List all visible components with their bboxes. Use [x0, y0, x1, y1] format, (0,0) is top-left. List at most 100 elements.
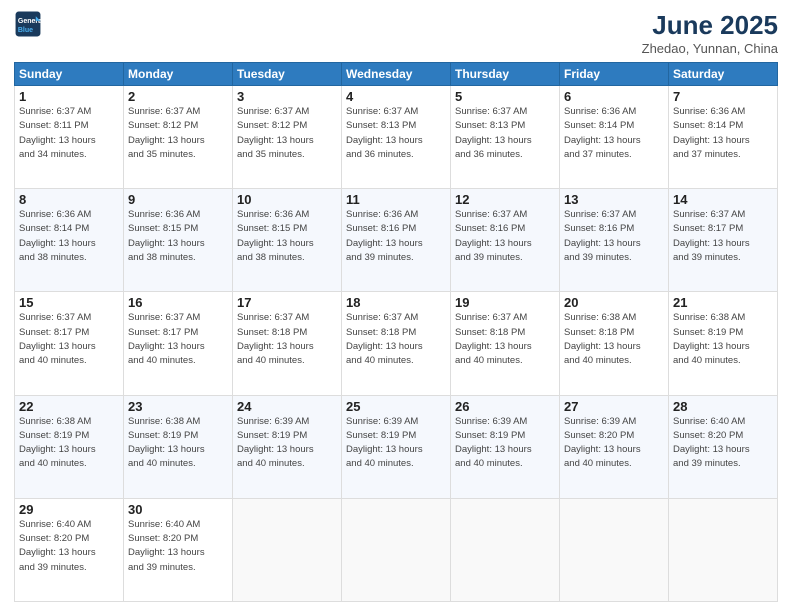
day-number: 4: [346, 89, 446, 104]
page: General Blue June 2025 Zhedao, Yunnan, C…: [0, 0, 792, 612]
day-number: 1: [19, 89, 119, 104]
calendar-week-row: 15Sunrise: 6:37 AM Sunset: 8:17 PM Dayli…: [15, 292, 778, 395]
title-block: June 2025 Zhedao, Yunnan, China: [642, 10, 778, 56]
day-info: Sunrise: 6:40 AM Sunset: 8:20 PM Dayligh…: [19, 518, 119, 575]
calendar-cell: 21Sunrise: 6:38 AM Sunset: 8:19 PM Dayli…: [669, 292, 778, 395]
calendar-cell: 17Sunrise: 6:37 AM Sunset: 8:18 PM Dayli…: [233, 292, 342, 395]
calendar-cell: [342, 498, 451, 601]
day-info: Sunrise: 6:37 AM Sunset: 8:18 PM Dayligh…: [346, 311, 446, 368]
day-number: 21: [673, 295, 773, 310]
day-info: Sunrise: 6:37 AM Sunset: 8:16 PM Dayligh…: [564, 208, 664, 265]
calendar-cell: 25Sunrise: 6:39 AM Sunset: 8:19 PM Dayli…: [342, 395, 451, 498]
day-info: Sunrise: 6:39 AM Sunset: 8:19 PM Dayligh…: [455, 415, 555, 472]
day-info: Sunrise: 6:37 AM Sunset: 8:17 PM Dayligh…: [673, 208, 773, 265]
day-info: Sunrise: 6:36 AM Sunset: 8:14 PM Dayligh…: [19, 208, 119, 265]
day-info: Sunrise: 6:36 AM Sunset: 8:16 PM Dayligh…: [346, 208, 446, 265]
day-info: Sunrise: 6:37 AM Sunset: 8:13 PM Dayligh…: [346, 105, 446, 162]
calendar-cell: 30Sunrise: 6:40 AM Sunset: 8:20 PM Dayli…: [124, 498, 233, 601]
calendar-cell: [233, 498, 342, 601]
day-number: 17: [237, 295, 337, 310]
calendar-cell: 22Sunrise: 6:38 AM Sunset: 8:19 PM Dayli…: [15, 395, 124, 498]
calendar-cell: 6Sunrise: 6:36 AM Sunset: 8:14 PM Daylig…: [560, 86, 669, 189]
day-number: 25: [346, 399, 446, 414]
day-number: 19: [455, 295, 555, 310]
calendar-week-row: 22Sunrise: 6:38 AM Sunset: 8:19 PM Dayli…: [15, 395, 778, 498]
day-number: 23: [128, 399, 228, 414]
day-info: Sunrise: 6:36 AM Sunset: 8:15 PM Dayligh…: [237, 208, 337, 265]
calendar-cell: 16Sunrise: 6:37 AM Sunset: 8:17 PM Dayli…: [124, 292, 233, 395]
calendar-cell: 5Sunrise: 6:37 AM Sunset: 8:13 PM Daylig…: [451, 86, 560, 189]
calendar-cell: 18Sunrise: 6:37 AM Sunset: 8:18 PM Dayli…: [342, 292, 451, 395]
calendar-cell: 20Sunrise: 6:38 AM Sunset: 8:18 PM Dayli…: [560, 292, 669, 395]
calendar-cell: 4Sunrise: 6:37 AM Sunset: 8:13 PM Daylig…: [342, 86, 451, 189]
day-info: Sunrise: 6:37 AM Sunset: 8:18 PM Dayligh…: [455, 311, 555, 368]
day-number: 12: [455, 192, 555, 207]
day-number: 15: [19, 295, 119, 310]
day-number: 10: [237, 192, 337, 207]
day-info: Sunrise: 6:40 AM Sunset: 8:20 PM Dayligh…: [128, 518, 228, 575]
day-number: 2: [128, 89, 228, 104]
day-number: 13: [564, 192, 664, 207]
calendar-cell: 14Sunrise: 6:37 AM Sunset: 8:17 PM Dayli…: [669, 189, 778, 292]
calendar-cell: 13Sunrise: 6:37 AM Sunset: 8:16 PM Dayli…: [560, 189, 669, 292]
calendar-cell: 2Sunrise: 6:37 AM Sunset: 8:12 PM Daylig…: [124, 86, 233, 189]
calendar-cell: 9Sunrise: 6:36 AM Sunset: 8:15 PM Daylig…: [124, 189, 233, 292]
day-number: 3: [237, 89, 337, 104]
day-info: Sunrise: 6:36 AM Sunset: 8:14 PM Dayligh…: [673, 105, 773, 162]
day-info: Sunrise: 6:39 AM Sunset: 8:19 PM Dayligh…: [237, 415, 337, 472]
day-number: 9: [128, 192, 228, 207]
svg-text:Blue: Blue: [18, 27, 33, 34]
day-info: Sunrise: 6:37 AM Sunset: 8:16 PM Dayligh…: [455, 208, 555, 265]
day-info: Sunrise: 6:37 AM Sunset: 8:11 PM Dayligh…: [19, 105, 119, 162]
calendar-cell: 7Sunrise: 6:36 AM Sunset: 8:14 PM Daylig…: [669, 86, 778, 189]
calendar-cell: [669, 498, 778, 601]
calendar-cell: 11Sunrise: 6:36 AM Sunset: 8:16 PM Dayli…: [342, 189, 451, 292]
calendar-header-row: SundayMondayTuesdayWednesdayThursdayFrid…: [15, 63, 778, 86]
calendar-cell: 27Sunrise: 6:39 AM Sunset: 8:20 PM Dayli…: [560, 395, 669, 498]
day-number: 28: [673, 399, 773, 414]
day-header-tuesday: Tuesday: [233, 63, 342, 86]
calendar-table: SundayMondayTuesdayWednesdayThursdayFrid…: [14, 62, 778, 602]
logo-icon: General Blue: [14, 10, 42, 38]
month-year: June 2025: [642, 10, 778, 41]
day-info: Sunrise: 6:38 AM Sunset: 8:19 PM Dayligh…: [673, 311, 773, 368]
day-number: 6: [564, 89, 664, 104]
calendar-cell: 29Sunrise: 6:40 AM Sunset: 8:20 PM Dayli…: [15, 498, 124, 601]
calendar-cell: 28Sunrise: 6:40 AM Sunset: 8:20 PM Dayli…: [669, 395, 778, 498]
day-number: 8: [19, 192, 119, 207]
day-number: 16: [128, 295, 228, 310]
location: Zhedao, Yunnan, China: [642, 41, 778, 56]
day-number: 18: [346, 295, 446, 310]
header: General Blue June 2025 Zhedao, Yunnan, C…: [14, 10, 778, 56]
day-header-friday: Friday: [560, 63, 669, 86]
calendar-cell: 8Sunrise: 6:36 AM Sunset: 8:14 PM Daylig…: [15, 189, 124, 292]
day-number: 7: [673, 89, 773, 104]
calendar-cell: [451, 498, 560, 601]
day-number: 30: [128, 502, 228, 517]
calendar-cell: [560, 498, 669, 601]
calendar-cell: 10Sunrise: 6:36 AM Sunset: 8:15 PM Dayli…: [233, 189, 342, 292]
day-info: Sunrise: 6:36 AM Sunset: 8:15 PM Dayligh…: [128, 208, 228, 265]
calendar-week-row: 8Sunrise: 6:36 AM Sunset: 8:14 PM Daylig…: [15, 189, 778, 292]
day-header-thursday: Thursday: [451, 63, 560, 86]
day-info: Sunrise: 6:39 AM Sunset: 8:20 PM Dayligh…: [564, 415, 664, 472]
calendar-cell: 12Sunrise: 6:37 AM Sunset: 8:16 PM Dayli…: [451, 189, 560, 292]
day-header-sunday: Sunday: [15, 63, 124, 86]
day-number: 24: [237, 399, 337, 414]
day-number: 27: [564, 399, 664, 414]
calendar-cell: 23Sunrise: 6:38 AM Sunset: 8:19 PM Dayli…: [124, 395, 233, 498]
day-number: 22: [19, 399, 119, 414]
day-info: Sunrise: 6:39 AM Sunset: 8:19 PM Dayligh…: [346, 415, 446, 472]
day-info: Sunrise: 6:37 AM Sunset: 8:13 PM Dayligh…: [455, 105, 555, 162]
day-info: Sunrise: 6:36 AM Sunset: 8:14 PM Dayligh…: [564, 105, 664, 162]
day-info: Sunrise: 6:37 AM Sunset: 8:18 PM Dayligh…: [237, 311, 337, 368]
calendar-week-row: 1Sunrise: 6:37 AM Sunset: 8:11 PM Daylig…: [15, 86, 778, 189]
day-info: Sunrise: 6:37 AM Sunset: 8:17 PM Dayligh…: [19, 311, 119, 368]
day-info: Sunrise: 6:40 AM Sunset: 8:20 PM Dayligh…: [673, 415, 773, 472]
calendar-cell: 19Sunrise: 6:37 AM Sunset: 8:18 PM Dayli…: [451, 292, 560, 395]
day-info: Sunrise: 6:38 AM Sunset: 8:18 PM Dayligh…: [564, 311, 664, 368]
day-header-monday: Monday: [124, 63, 233, 86]
calendar-cell: 24Sunrise: 6:39 AM Sunset: 8:19 PM Dayli…: [233, 395, 342, 498]
calendar-week-row: 29Sunrise: 6:40 AM Sunset: 8:20 PM Dayli…: [15, 498, 778, 601]
day-info: Sunrise: 6:37 AM Sunset: 8:17 PM Dayligh…: [128, 311, 228, 368]
